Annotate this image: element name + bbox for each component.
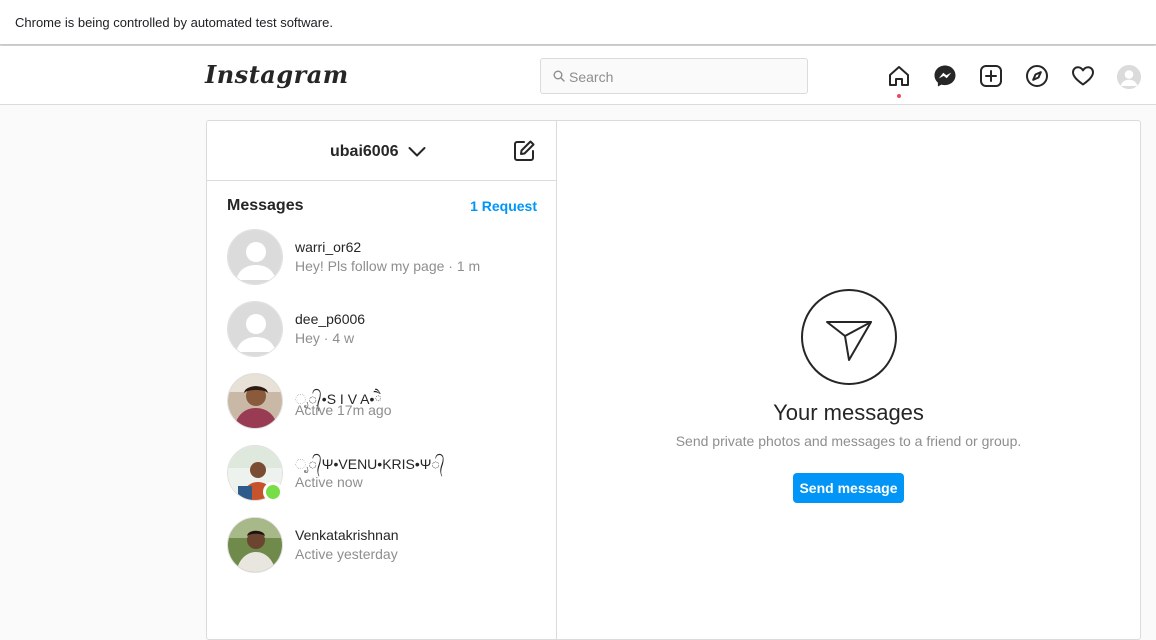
conversation-pane: Your messages Send private photos and me… (557, 121, 1140, 639)
profile-photo (228, 374, 282, 428)
thread-username: Venkatakrishnan (295, 527, 399, 543)
messages-heading: Messages (227, 197, 304, 214)
thread-item[interactable]: Venkatakrishnan Active yesterday (207, 517, 556, 589)
default-avatar-icon (1117, 65, 1141, 89)
chevron-down-icon (408, 147, 426, 157)
profile-photo (228, 518, 282, 572)
activity-heart-icon[interactable] (1071, 64, 1095, 88)
thread-username: dee_p6006 (295, 311, 366, 327)
avatar (227, 373, 283, 429)
search-input[interactable] (567, 65, 801, 89)
thread-username: warri_or62 (295, 239, 362, 255)
thread-item[interactable]: warri_or62 Hey! Pls follow my page · 1 m (207, 229, 556, 301)
thread-status: Active 17m ago (295, 402, 392, 418)
thread-item[interactable]: ೃ᭄Ψ•VENU•KRIS•Ψ᭄ Active now (207, 445, 556, 517)
thread-status: Active now (295, 474, 363, 490)
empty-state-subtitle: Send private photos and messages to a fr… (675, 433, 1022, 449)
paper-plane-icon (826, 321, 872, 361)
profile-avatar[interactable] (1117, 65, 1141, 89)
avatar (227, 517, 283, 573)
message-requests-link[interactable]: 1 Request (470, 198, 537, 214)
infobar-text: Chrome is being controlled by automated … (15, 15, 333, 30)
avatar (227, 229, 283, 285)
account-switcher[interactable]: ubai6006 (330, 141, 426, 163)
default-avatar-icon (228, 302, 282, 356)
thread-status: Active yesterday (295, 546, 398, 562)
automation-infobar: Chrome is being controlled by automated … (0, 0, 1156, 45)
send-message-button[interactable]: Send message (793, 473, 904, 503)
instagram-logo[interactable]: Instagram (205, 60, 349, 89)
new-message-icon[interactable] (512, 139, 536, 163)
explore-icon[interactable] (1025, 64, 1049, 88)
messenger-icon[interactable] (933, 64, 957, 88)
home-notification-dot (897, 94, 901, 98)
direct-icon-circle (801, 289, 897, 385)
search-icon (553, 70, 565, 82)
empty-state-title: Your messages (773, 400, 924, 425)
avatar (227, 301, 283, 357)
online-status-dot (263, 482, 283, 502)
threads-column: ubai6006 Messages 1 Request warri_or62 H… (207, 121, 557, 639)
default-avatar-icon (228, 230, 282, 284)
search-box[interactable] (540, 58, 808, 94)
thread-item[interactable]: ೃ᭄•S I V A•ཻ Active 17m ago (207, 373, 556, 445)
new-post-icon[interactable] (979, 64, 1003, 88)
account-name: ubai6006 (330, 143, 399, 160)
thread-item[interactable]: dee_p6006 Hey · 4 w (207, 301, 556, 373)
thread-preview: Hey! Pls follow my page · 1 m (295, 258, 481, 274)
thread-preview: Hey · 4 w (295, 330, 355, 346)
inbox-header: ubai6006 (207, 121, 556, 181)
direct-inbox-panel: ubai6006 Messages 1 Request warri_or62 H… (206, 120, 1141, 640)
home-icon[interactable] (887, 64, 911, 88)
top-navigation: Instagram (0, 46, 1156, 105)
